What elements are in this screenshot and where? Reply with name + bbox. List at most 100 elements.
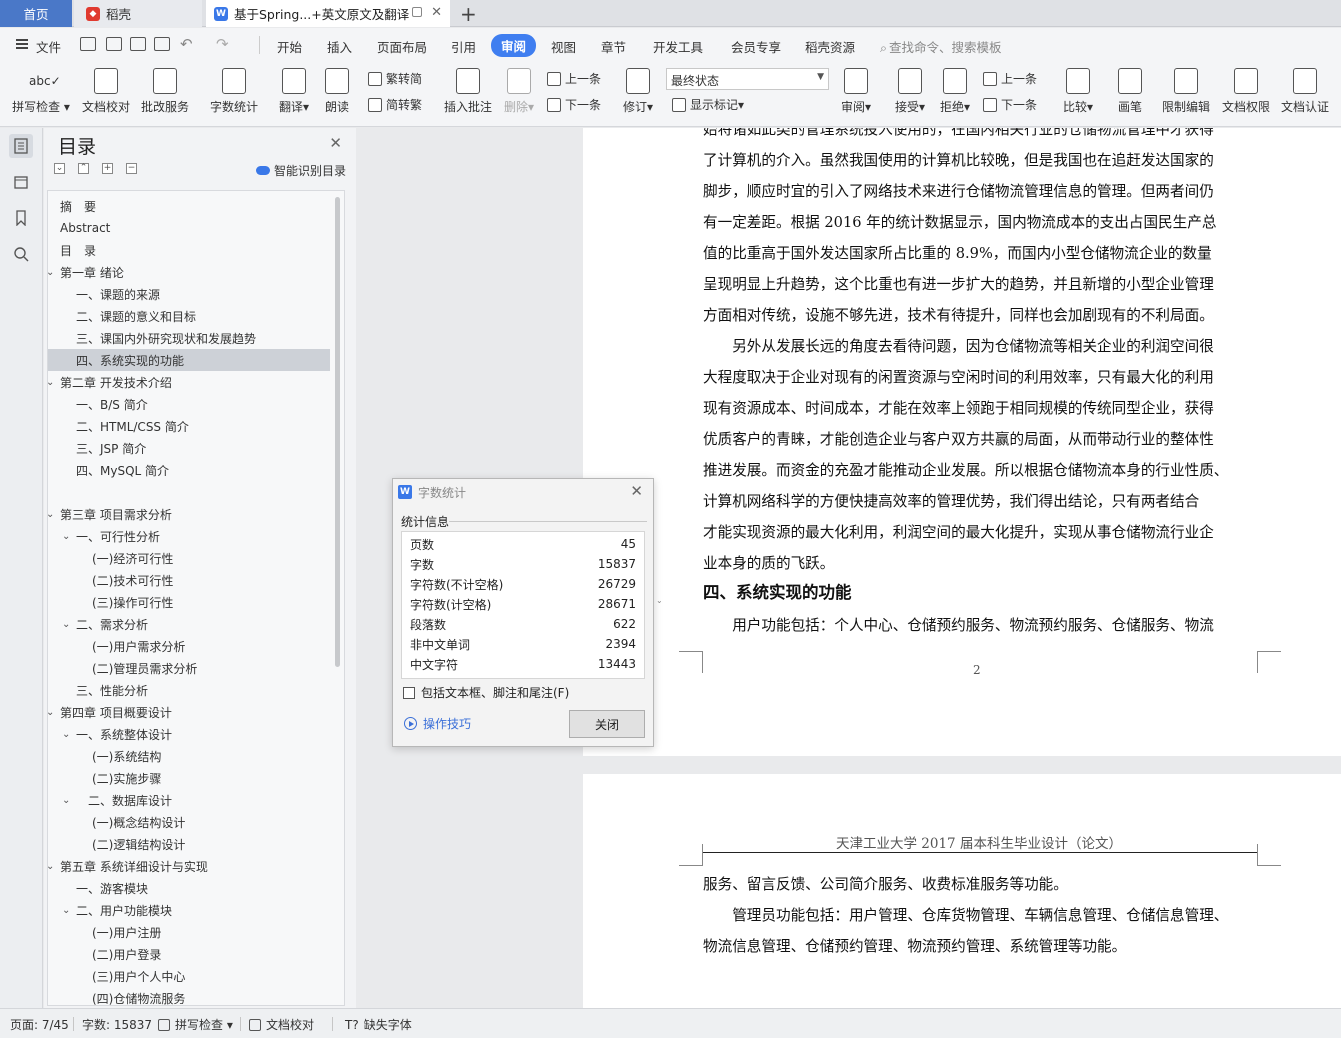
outline-item[interactable]: 二、HTML/CSS 简介: [48, 415, 330, 437]
search-icon[interactable]: [9, 242, 33, 266]
pin-icon[interactable]: [412, 7, 422, 17]
menu-insert[interactable]: 插入: [327, 37, 352, 56]
close-icon[interactable]: ✕: [630, 482, 643, 500]
outline-item[interactable]: (一)用户需求分析: [48, 635, 330, 657]
print-icon[interactable]: [130, 37, 146, 51]
outline-item[interactable]: 一、B/S 简介: [48, 393, 330, 415]
outline-item[interactable]: 三、JSP 简介: [48, 437, 330, 459]
export-pdf-icon[interactable]: [106, 37, 122, 51]
tips-link[interactable]: 操作技巧: [404, 715, 471, 732]
outline-item[interactable]: (二)技术可行性: [48, 569, 330, 591]
chapter-icon[interactable]: [9, 170, 33, 194]
redo-icon[interactable]: ↷: [216, 35, 229, 53]
outline-item[interactable]: 一、课题的来源: [48, 283, 330, 305]
outline-item[interactable]: (二)用户登录: [48, 943, 330, 965]
spell-check-button[interactable]: abc✓ 拼写检查 ▾: [10, 62, 72, 115]
menu-references[interactable]: 引用: [451, 37, 476, 56]
outline-item-selected[interactable]: 四、系统实现的功能: [48, 349, 330, 371]
chevron-down-icon[interactable]: ⌄: [48, 509, 60, 520]
chevron-down-icon[interactable]: ⌄: [62, 905, 76, 916]
track-changes-button[interactable]: 修订▾: [620, 62, 656, 115]
include-textbox-checkbox[interactable]: 包括文本框、脚注和尾注(F): [403, 684, 569, 701]
review-pane-button[interactable]: 审阅▾: [838, 62, 874, 115]
outline-item[interactable]: 摘 要: [48, 195, 330, 217]
compare-button[interactable]: 比较▾: [1060, 62, 1096, 115]
outline-item[interactable]: ⌄ 二、需求分析: [48, 613, 330, 635]
print-preview-icon[interactable]: [154, 37, 170, 51]
outline-item[interactable]: Abstract: [48, 217, 330, 239]
tab-home[interactable]: 首页: [0, 0, 72, 27]
outline-item[interactable]: 目 录: [48, 239, 330, 261]
menu-page-layout[interactable]: 页面布局: [377, 37, 427, 56]
page-indicator[interactable]: 页面: 7/45: [10, 1016, 69, 1033]
dialog-titlebar[interactable]: W 字数统计 ✕: [393, 479, 653, 505]
outline-item[interactable]: ⌄第四章 项目概要设计: [48, 701, 330, 723]
document-page[interactable]: 天津工业大学 2017 届本科生毕业设计（论文） 服务、留言反馈、公司简介服务、…: [583, 774, 1341, 1008]
remove-heading-icon[interactable]: −: [126, 163, 137, 174]
chevron-down-icon[interactable]: ⌄: [62, 619, 76, 630]
outline-item[interactable]: 三、性能分析: [48, 679, 330, 701]
outline-item[interactable]: ⌄ 一、可行性分析: [48, 525, 330, 547]
menu-daoke-resources[interactable]: 稻壳资源: [805, 37, 855, 56]
doc-check-status[interactable]: 文档校对: [249, 1016, 314, 1033]
chevron-down-icon[interactable]: ⌄: [48, 377, 60, 388]
markup-state-select[interactable]: 最终状态 ▼: [666, 68, 829, 90]
outline-item[interactable]: ⌄第一章 绪论: [48, 261, 330, 283]
menu-file[interactable]: 文件: [36, 37, 61, 56]
outline-item[interactable]: (三)用户个人中心: [48, 965, 330, 987]
outline-item[interactable]: [48, 481, 330, 503]
hamburger-icon[interactable]: [16, 39, 28, 49]
new-tab-button[interactable]: +: [460, 2, 477, 26]
outline-item[interactable]: ⌄第二章 开发技术介绍: [48, 371, 330, 393]
translate-button[interactable]: 翻译▾: [276, 62, 312, 115]
close-dialog-button[interactable]: 关闭: [569, 710, 645, 738]
menu-chapter[interactable]: 章节: [601, 37, 626, 56]
tab-daoke[interactable]: ◆ 稻壳: [74, 0, 202, 27]
doc-check-button[interactable]: 文档校对: [80, 62, 132, 115]
outline-item[interactable]: (一)经济可行性: [48, 547, 330, 569]
spell-check-status[interactable]: 拼写检查 ▾: [158, 1016, 233, 1033]
outline-item[interactable]: 一、游客模块: [48, 877, 330, 899]
read-aloud-button[interactable]: 朗读: [320, 62, 354, 115]
prev-change-button[interactable]: 上一条: [983, 70, 1037, 87]
insert-comment-button[interactable]: 插入批注: [442, 62, 494, 115]
outline-scrollbar[interactable]: [335, 197, 340, 667]
checkbox-box[interactable]: [403, 686, 415, 699]
word-count-button[interactable]: 字数统计: [207, 62, 261, 115]
chevron-down-icon[interactable]: ⌄: [62, 531, 76, 542]
doc-certify-button[interactable]: 文档认证: [1279, 62, 1331, 115]
undo-icon[interactable]: ↶: [180, 35, 193, 53]
command-search[interactable]: ⌕ 查找命令、搜索模板: [880, 37, 1002, 56]
outline-item[interactable]: (二)逻辑结构设计: [48, 833, 330, 855]
outline-item[interactable]: (二)实施步骤: [48, 767, 330, 789]
collapse-all-icon[interactable]: ⌄: [54, 163, 65, 174]
save-icon[interactable]: [80, 37, 96, 51]
chevron-down-icon[interactable]: ⌄: [62, 729, 76, 740]
bookmark-icon[interactable]: [9, 206, 33, 230]
chevron-down-icon[interactable]: ⌄: [48, 707, 60, 718]
menu-review[interactable]: 审阅: [491, 34, 537, 57]
accept-button[interactable]: 接受▾: [892, 62, 928, 115]
reject-button[interactable]: 拒绝▾: [937, 62, 973, 115]
outline-item[interactable]: ⌄ 一、系统整体设计: [48, 723, 330, 745]
document-page[interactable]: 始将诸如此类的管理系统投入使用的，在国内相关行业的仓储物流管理中才获得 了计算机的…: [583, 128, 1341, 756]
outline-item[interactable]: (一)概念结构设计: [48, 811, 330, 833]
chevron-down-icon[interactable]: ⌄: [48, 267, 60, 278]
chevron-down-icon[interactable]: ⌄: [62, 795, 76, 806]
smart-toc-button[interactable]: 智能识别目录: [255, 162, 346, 179]
menu-developer[interactable]: 开发工具: [653, 37, 703, 56]
chevron-down-icon[interactable]: ⌄: [48, 861, 60, 872]
next-change-button[interactable]: 下一条: [983, 96, 1037, 113]
outline-item[interactable]: 三、课国内外研究现状和发展趋势: [48, 327, 330, 349]
trad-to-simp-button[interactable]: 繁转简: [368, 70, 422, 87]
add-heading-icon[interactable]: +: [102, 163, 113, 174]
show-markup-button[interactable]: 显示标记 ▾: [672, 96, 744, 113]
tab-document[interactable]: W 基于Spring...+英文原文及翻译 ✕: [206, 0, 450, 27]
outline-icon[interactable]: [9, 134, 33, 158]
close-tab-icon[interactable]: ✕: [431, 5, 442, 20]
restrict-editing-button[interactable]: 限制编辑: [1160, 62, 1212, 115]
menu-member[interactable]: 会员专享: [731, 37, 781, 56]
outline-item[interactable]: (二)管理员需求分析: [48, 657, 330, 679]
outline-item[interactable]: (三)操作可行性: [48, 591, 330, 613]
outline-item[interactable]: ⌄第五章 系统详细设计与实现: [48, 855, 330, 877]
